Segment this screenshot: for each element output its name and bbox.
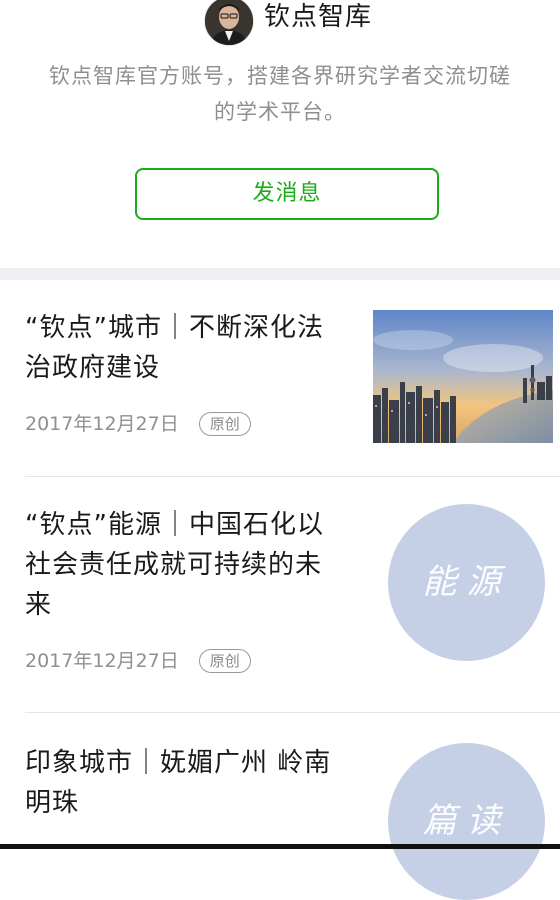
article-title-line: 印象城市｜妩媚广州 岭南 — [25, 748, 332, 778]
send-message-button[interactable]: 发消息 — [135, 168, 439, 220]
article-list: “钦点”城市｜不断深化法 治政府建设 2017年12月27日 原创 “钦点”能源… — [0, 280, 560, 900]
original-badge: 原创 — [198, 649, 251, 673]
account-description-line: 的学术平台。 — [214, 100, 346, 124]
thumbnail-calligraphy: 能源 — [422, 562, 511, 602]
article-thumbnail[interactable] — [373, 310, 553, 443]
article-title-line: 治政府建设 — [25, 353, 161, 383]
original-badge: 原创 — [198, 412, 251, 436]
article-title-line: “钦点”城市｜不断深化法 — [25, 313, 324, 343]
article-date: 2017年12月27日 — [25, 413, 179, 435]
account-description-line: 钦点智库官方账号，搭建各界研究学者交流切磋 — [49, 64, 511, 88]
article-title-line: “钦点”能源｜中国石化以 — [25, 510, 324, 540]
city-skyline-image — [373, 310, 553, 443]
account-description: 钦点智库官方账号，搭建各界研究学者交流切磋 的学术平台。 — [30, 58, 530, 130]
article-title-line: 社会责任成就可持续的未 — [25, 550, 323, 580]
article-item[interactable]: “钦点”能源｜中国石化以 社会责任成就可持续的未 来 2017年12月27日 原… — [0, 477, 560, 713]
section-separator — [0, 268, 560, 280]
article-thumbnail[interactable]: 能源 — [388, 504, 545, 661]
article-meta: 2017年12月27日 原创 — [25, 647, 251, 675]
bottom-edge — [0, 844, 560, 849]
article-title-line: 明珠 — [25, 788, 80, 818]
article-item[interactable]: “钦点”城市｜不断深化法 治政府建设 2017年12月27日 原创 — [0, 280, 560, 476]
account-name: 钦点智库 — [264, 2, 373, 32]
article-meta: 2017年12月27日 原创 — [25, 410, 251, 438]
article-title: “钦点”城市｜不断深化法 治政府建设 — [25, 308, 350, 388]
avatar[interactable] — [204, 0, 254, 46]
article-item[interactable]: 印象城市｜妩媚广州 岭南 明珠 篇读 — [0, 713, 560, 900]
article-date: 2017年12月27日 — [25, 650, 179, 672]
thumbnail-calligraphy: 篇读 — [422, 801, 511, 841]
article-title: 印象城市｜妩媚广州 岭南 明珠 — [25, 743, 350, 823]
profile-header: 钦点智库 钦点智库官方账号，搭建各界研究学者交流切磋 的学术平台。 发消息 — [0, 0, 560, 268]
article-title: “钦点”能源｜中国石化以 社会责任成就可持续的未 来 — [25, 505, 350, 625]
article-thumbnail[interactable]: 篇读 — [388, 743, 545, 900]
article-title-line: 来 — [25, 590, 53, 620]
profile-title-row: 钦点智库 — [0, 0, 560, 46]
